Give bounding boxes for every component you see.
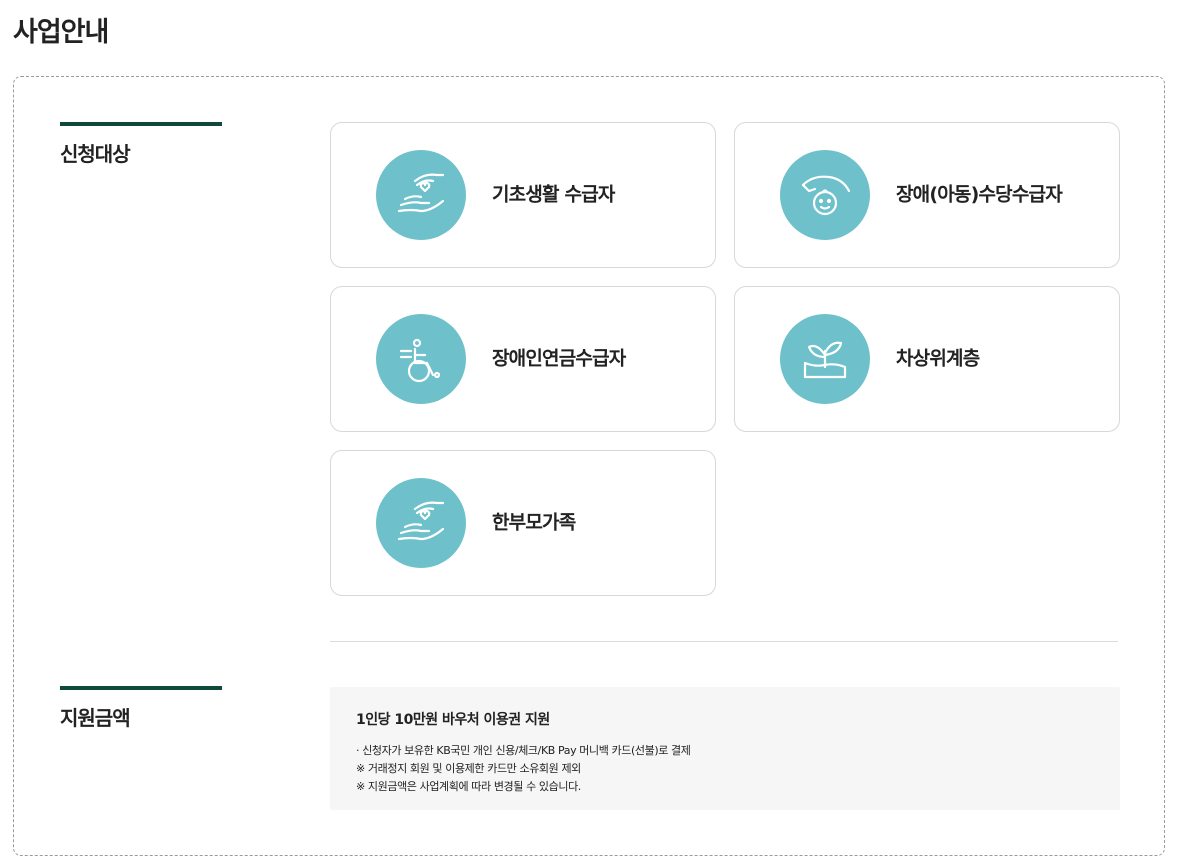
card-label: 장애인연금수급자 — [492, 347, 626, 370]
child-care-icon — [780, 150, 870, 240]
hand-heart-icon — [376, 150, 466, 240]
wheelchair-icon — [376, 314, 466, 404]
applicant-card-disability-child-allowance[interactable]: 장애(아동)수당수급자 — [734, 122, 1120, 268]
support-line: · 신청자가 보유한 KB국민 개인 신용/체크/KB Pay 머니백 카드(선… — [356, 744, 691, 757]
section-label-support-amount: 지원금액 — [60, 686, 222, 731]
applicant-card-single-parent[interactable]: 한부모가족 — [330, 450, 716, 596]
hand-heart-icon — [376, 478, 466, 568]
support-line: ※ 지원금액은 사업계획에 따라 변경될 수 있습니다. — [356, 780, 581, 793]
applicant-card-disability-pension[interactable]: 장애인연금수급자 — [330, 286, 716, 432]
card-label: 기초생활 수급자 — [492, 183, 615, 206]
business-info-panel: 신청대상 기초생활 수급자 장애(아동)수당수급자 장애인연금수급자 차상위계층… — [13, 76, 1165, 856]
section-label-applicants: 신청대상 — [60, 122, 222, 167]
card-label: 한부모가족 — [492, 511, 576, 534]
applicant-card-basic-livelihood[interactable]: 기초생활 수급자 — [330, 122, 716, 268]
support-line: ※ 거래정지 회원 및 이용제한 카드만 소유회원 제외 — [356, 762, 581, 775]
section-divider — [330, 641, 1118, 642]
page-title: 사업안내 — [13, 17, 109, 48]
support-title: 1인당 10만원 바우처 이용권 지원 — [356, 712, 550, 728]
card-label: 장애(아동)수당수급자 — [896, 183, 1063, 206]
sprout-icon — [780, 314, 870, 404]
card-label: 차상위계층 — [896, 347, 980, 370]
support-amount-box: 1인당 10만원 바우처 이용권 지원 · 신청자가 보유한 KB국민 개인 신… — [330, 687, 1120, 810]
applicant-card-near-poverty[interactable]: 차상위계층 — [734, 286, 1120, 432]
